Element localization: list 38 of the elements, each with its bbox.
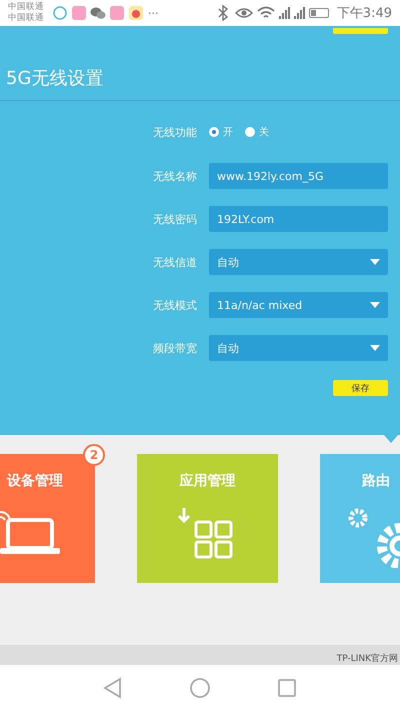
chat-icon xyxy=(90,6,106,20)
caret-icon xyxy=(370,345,380,351)
caret-icon xyxy=(370,259,380,265)
more-indicator: ··· xyxy=(148,6,158,20)
recent-apps-icon[interactable] xyxy=(277,678,297,698)
caret-icon xyxy=(370,302,380,308)
radio-option[interactable]: 开 xyxy=(209,125,233,139)
bluetooth-icon xyxy=(216,5,231,21)
save-button[interactable]: 保存 xyxy=(333,380,388,396)
field-label: 无线名称 xyxy=(153,168,198,184)
clock-time: 下午3:49 xyxy=(336,5,392,22)
panel-title: 5G无线设置 xyxy=(0,66,400,101)
carrier-name: 中国联通 xyxy=(8,13,44,24)
field-label: 无线模式 xyxy=(153,298,198,312)
dropdown[interactable]: 自动 xyxy=(209,335,388,361)
back-icon[interactable] xyxy=(103,677,123,699)
dropdown[interactable]: 11a/n/ac mixed xyxy=(209,292,388,318)
notification-badge: 2 xyxy=(83,444,105,466)
signal-icon xyxy=(278,7,290,19)
field-label: 无线功能 xyxy=(153,124,198,140)
field-label: 无线密码 xyxy=(153,212,198,226)
input-field[interactable]: 192LY.com xyxy=(209,206,388,232)
menu-tile[interactable]: 应用管理 xyxy=(137,454,278,583)
home-icon[interactable] xyxy=(189,677,211,699)
gears-icon xyxy=(348,508,400,568)
menu-tile[interactable]: 路由 xyxy=(320,454,400,583)
footer-link[interactable]: TP-LINK官方网 xyxy=(336,652,398,665)
battery-icon xyxy=(308,8,329,18)
carrier-name: 中国联通 xyxy=(8,2,44,13)
radio-option[interactable]: 关 xyxy=(245,125,269,139)
signal-icon xyxy=(294,7,305,19)
app-icon xyxy=(72,6,86,20)
wifi-icon xyxy=(256,6,275,20)
field-label: 频段带宽 xyxy=(153,340,198,356)
dropdown[interactable]: 自动 xyxy=(209,249,388,275)
field-label: 无线信道 xyxy=(153,254,198,270)
app-icon xyxy=(110,6,124,20)
input-field[interactable]: www.192ly.com_5G xyxy=(209,163,388,189)
